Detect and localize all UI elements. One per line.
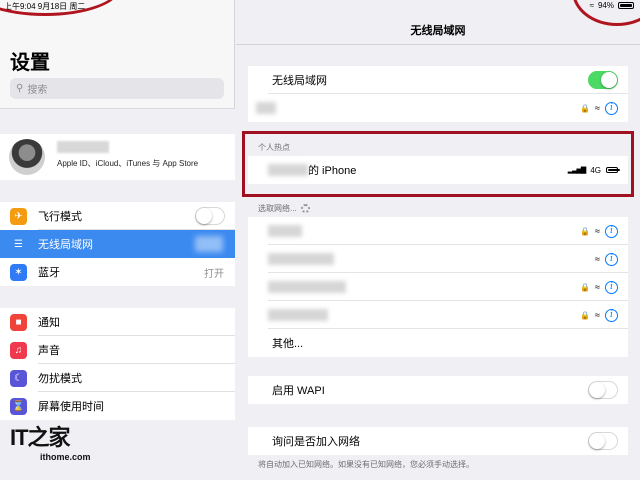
wapi-row: 启用 WAPI: [248, 376, 628, 404]
hotspot-card: 的 iPhone ▂▃▅▇ 4G: [248, 156, 628, 184]
sidebar-item-airplane-mode[interactable]: ✈ 飞行模式: [0, 202, 235, 230]
network-row[interactable]: 🔒 ≈ i: [248, 217, 628, 245]
sidebar-item-label: 屏幕使用时间: [38, 401, 104, 413]
sidebar-item-label: 飞行模式: [38, 211, 82, 223]
section-gap: [0, 180, 235, 202]
cellular-signal-icon: ▂▃▅▇: [567, 167, 587, 174]
avatar: [9, 139, 45, 175]
wifi-label: 无线局域网: [272, 75, 327, 87]
info-icon[interactable]: i: [605, 101, 618, 115]
choose-network-label: 选取网络...: [258, 204, 297, 213]
sidebar-item-bluetooth[interactable]: ✶ 蓝牙 打开: [0, 258, 235, 286]
wapi-card: 启用 WAPI: [248, 376, 628, 404]
sidebar-item-screen-time[interactable]: ⌛ 屏幕使用时间: [0, 392, 235, 420]
network-name-blurred: [268, 309, 328, 321]
sidebar-item-notifications[interactable]: ■ 通知: [0, 308, 235, 336]
battery-percent: 94%: [597, 1, 614, 10]
network-name-blurred: [268, 281, 346, 293]
wifi-signal-icon: ≈: [595, 226, 600, 236]
network-name-blurred: [268, 225, 302, 237]
moon-icon: ☾: [10, 369, 27, 387]
airplane-icon: ✈: [10, 207, 27, 225]
sidebar-item-wifi[interactable]: ☰ 无线局域网: [0, 230, 235, 258]
loading-spinner-icon: [300, 204, 310, 214]
info-icon[interactable]: i: [605, 224, 618, 238]
ask-join-footnote: 将自动加入已知网络。如果没有已知网络，您必须手动选择。: [258, 460, 474, 469]
section-gap: [0, 286, 235, 308]
sidebar-item-do-not-disturb[interactable]: ☾ 勿扰模式: [0, 364, 235, 392]
ithome-logo: IT之家: [10, 425, 71, 450]
bluetooth-icon: ✶: [10, 263, 27, 281]
ask-join-label: 询问是否加入网络: [272, 436, 360, 448]
info-icon[interactable]: i: [605, 252, 618, 266]
wifi-signal-icon: ≈: [595, 103, 600, 113]
hourglass-icon: ⌛: [10, 397, 27, 415]
sidebar-item-label: 通知: [38, 317, 60, 329]
connected-network-name-blurred: [256, 102, 276, 114]
connected-network-row[interactable]: 🔒 ≈ i: [248, 94, 628, 122]
section-gap: [0, 109, 235, 134]
sidebar-item-sounds[interactable]: ♫ 声音: [0, 336, 235, 364]
network-row[interactable]: ≈ i: [248, 245, 628, 273]
hotspot-row[interactable]: 的 iPhone ▂▃▅▇ 4G: [248, 156, 628, 184]
bluetooth-status: 打开: [204, 268, 224, 280]
sidebar-item-label: 勿扰模式: [38, 373, 82, 385]
network-row[interactable]: 🔒 ≈ i: [248, 301, 628, 329]
search-input[interactable]: ⚲ 搜索: [10, 78, 224, 99]
notification-icon: ■: [10, 313, 27, 331]
lock-icon: 🔒: [580, 226, 591, 236]
sidebar-item-label: 声音: [38, 345, 60, 357]
wifi-signal-icon: ≈: [595, 254, 600, 264]
network-list-card: 🔒 ≈ i ≈ i 🔒 ≈ i 🔒 ≈ i 其他...: [248, 217, 628, 357]
lock-icon: 🔒: [580, 282, 591, 292]
ask-join-card: 询问是否加入网络: [248, 427, 628, 455]
hotspot-name: 的 iPhone: [308, 165, 357, 177]
info-icon[interactable]: i: [605, 280, 618, 294]
ask-join-toggle[interactable]: [588, 432, 618, 450]
sidebar-item-label: 蓝牙: [38, 267, 60, 279]
network-row[interactable]: 🔒 ≈ i: [248, 273, 628, 301]
hotspot-owner-blurred: [268, 164, 308, 176]
blurred-network-name: [195, 236, 223, 252]
search-placeholder: 搜索: [27, 85, 48, 96]
wifi-card: 无线局域网 🔒 ≈ i: [248, 66, 628, 122]
lock-icon: 🔒: [580, 103, 591, 113]
status-time: 上午9:04 9月18日 周二: [4, 2, 86, 11]
wifi-toggle[interactable]: [588, 71, 618, 89]
info-icon[interactable]: i: [605, 308, 618, 322]
other-network-label: 其他...: [272, 338, 304, 350]
wifi-signal-icon: ≈: [595, 310, 600, 320]
wifi-settings-pane: ≈ 94% 无线局域网 无线局域网 🔒 ≈ i 个人热点 的 iPhone ▂▃…: [236, 0, 640, 480]
account-name-blurred: [57, 141, 109, 153]
search-icon: ⚲: [16, 83, 24, 94]
divider: [236, 44, 640, 45]
sidebar-item-label: 无线局域网: [38, 239, 93, 251]
ask-join-row: 询问是否加入网络: [248, 427, 628, 455]
wifi-status-icon: ≈: [589, 1, 594, 10]
airplane-mode-toggle[interactable]: [195, 207, 225, 225]
choose-network-header: 选取网络...: [258, 203, 310, 214]
wifi-toggle-row: 无线局域网: [248, 66, 628, 94]
ithome-url: ithome.com: [40, 452, 91, 462]
other-network-row[interactable]: 其他...: [248, 329, 628, 357]
status-right: ≈ 94%: [590, 1, 634, 10]
settings-sidebar: 上午9:04 9月18日 周二 设置 ⚲ 搜索 Apple ID、iCloud、…: [0, 0, 235, 480]
lock-icon: 🔒: [580, 310, 591, 320]
hotspot-section-header: 个人热点: [258, 143, 290, 152]
network-type: 4G: [590, 165, 601, 175]
wifi-signal-icon: ≈: [595, 282, 600, 292]
battery-icon: [618, 2, 634, 9]
battery-icon: [606, 167, 620, 173]
account-subtitle: Apple ID、iCloud、iTunes 与 App Store: [57, 159, 199, 168]
wapi-toggle[interactable]: [588, 381, 618, 399]
network-name-blurred: [268, 253, 334, 265]
nav-title: 无线局域网: [410, 25, 466, 37]
page-title: 设置: [10, 52, 50, 74]
sound-icon: ♫: [10, 341, 27, 359]
apple-id-account-row[interactable]: Apple ID、iCloud、iTunes 与 App Store: [0, 134, 235, 180]
wifi-icon: ☰: [10, 235, 27, 253]
wapi-label: 启用 WAPI: [272, 385, 325, 397]
